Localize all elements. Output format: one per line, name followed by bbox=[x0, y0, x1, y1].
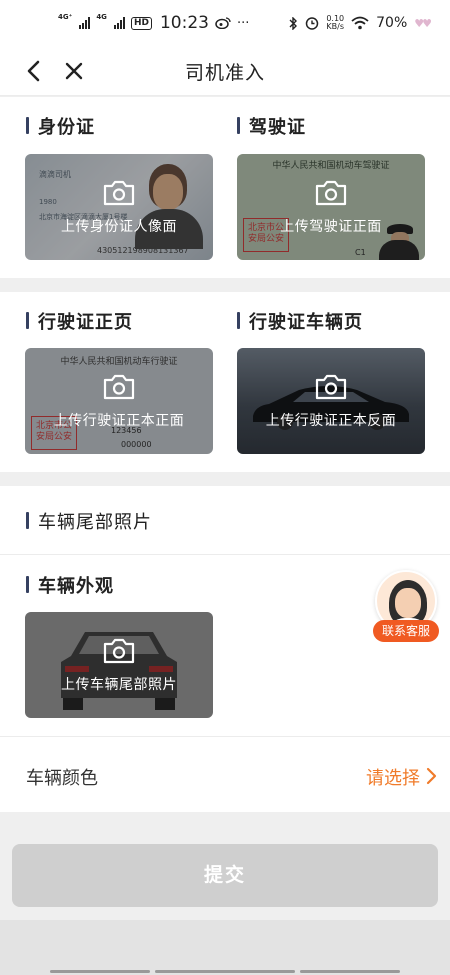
hd-voice-icon: HD bbox=[130, 16, 152, 30]
card-overlay bbox=[237, 154, 425, 260]
upload-text: 上传行驶证正本反面 bbox=[265, 413, 397, 429]
gesture-bar bbox=[300, 970, 400, 973]
chevron-right-icon bbox=[426, 767, 437, 785]
vehicle-license-vehicle-upload[interactable]: 上传行驶证正本反面 bbox=[237, 348, 425, 454]
bottom-area bbox=[0, 920, 450, 975]
gesture-bar bbox=[50, 970, 150, 973]
driver-license-upload[interactable]: 中华人民共和国机动车驾驶证 北京市公安局公安 C1 上传驾驶证正面 bbox=[237, 154, 425, 260]
submit-button[interactable]: 提交 bbox=[12, 844, 438, 907]
signal-1-tag: 4G⁺ bbox=[58, 13, 73, 21]
camera-icon bbox=[103, 374, 135, 400]
id-card-label: 身份证 bbox=[26, 113, 95, 139]
camera-icon bbox=[103, 638, 135, 664]
wifi-icon bbox=[351, 16, 369, 30]
vehicle-license-front-label: 行驶证正页 bbox=[26, 308, 133, 334]
card-overlay bbox=[25, 612, 213, 718]
speed-unit: KB/s bbox=[326, 22, 345, 31]
vehicle-license-front-upload[interactable]: 中华人民共和国机动车行驶证 北京市公安局公安 123456 000000 上传行… bbox=[25, 348, 213, 454]
rear-photo-label: 车辆尾部照片 bbox=[26, 508, 152, 534]
status-right: 0.10 KB/s 70% ♥♥ bbox=[289, 15, 432, 31]
card-overlay bbox=[25, 348, 213, 454]
battery-level: 70% bbox=[376, 15, 408, 31]
status-left: 4G⁺ 4G HD 10:23 ··· bbox=[58, 13, 249, 33]
weibo-icon bbox=[215, 17, 231, 29]
id-card-upload[interactable]: 滴滴司机 1980 北京市海淀区滴滴大厦1号楼 4305121989081313… bbox=[25, 154, 213, 260]
page-title: 司机准入 bbox=[184, 62, 265, 84]
upload-text: 上传身份证人像面 bbox=[61, 219, 177, 235]
network-speed: 0.10 KB/s bbox=[326, 15, 344, 31]
camera-icon bbox=[315, 180, 347, 206]
upload-text: 上传车辆尾部照片 bbox=[61, 677, 177, 693]
customer-service-button[interactable]: 联系客服 bbox=[373, 570, 439, 646]
avatar-face bbox=[395, 588, 421, 618]
exterior-label: 车辆外观 bbox=[26, 572, 114, 598]
vehicle-license-section: 行驶证正页 行驶证车辆页 中华人民共和国机动车行驶证 北京市公安局公安 1234… bbox=[0, 292, 450, 472]
vehicle-license-vehicle-label: 行驶证车辆页 bbox=[237, 308, 363, 334]
card-overlay bbox=[237, 348, 425, 454]
signal-icon bbox=[79, 17, 91, 29]
divider bbox=[0, 554, 450, 555]
signal-icon bbox=[113, 17, 125, 29]
vehicle-color-select[interactable]: 请选择 bbox=[366, 764, 420, 790]
identity-section: 身份证 驾驶证 滴滴司机 1980 北京市海淀区滴滴大厦1号楼 43051219… bbox=[0, 97, 450, 278]
upload-text: 上传行驶证正本正面 bbox=[53, 413, 185, 429]
camera-icon bbox=[103, 180, 135, 206]
vehicle-color-label: 车辆颜色 bbox=[26, 768, 98, 789]
vehicle-color-row[interactable]: 车辆颜色 请选择 bbox=[0, 738, 450, 812]
more-icon: ··· bbox=[236, 15, 250, 31]
clock: 10:23 bbox=[159, 13, 209, 33]
nav-bar: 司机准入 bbox=[0, 46, 450, 96]
card-overlay bbox=[25, 154, 213, 260]
camera-icon bbox=[315, 374, 347, 400]
status-bar: 4G⁺ 4G HD 10:23 ··· 0.10 KB/s 70% ♥♥ bbox=[0, 0, 450, 46]
customer-service-label: 联系客服 bbox=[373, 620, 439, 642]
gesture-bar bbox=[155, 970, 295, 973]
upload-text: 上传驾驶证正面 bbox=[280, 219, 382, 235]
driver-license-label: 驾驶证 bbox=[237, 113, 306, 139]
heart-icon: ♥♥ bbox=[414, 16, 432, 30]
vehicle-rear-upload[interactable]: 上传车辆尾部照片 bbox=[25, 612, 213, 718]
divider bbox=[0, 736, 450, 737]
signal-2-tag: 4G bbox=[96, 13, 107, 21]
alarm-icon bbox=[306, 17, 319, 30]
bluetooth-icon bbox=[289, 16, 298, 30]
